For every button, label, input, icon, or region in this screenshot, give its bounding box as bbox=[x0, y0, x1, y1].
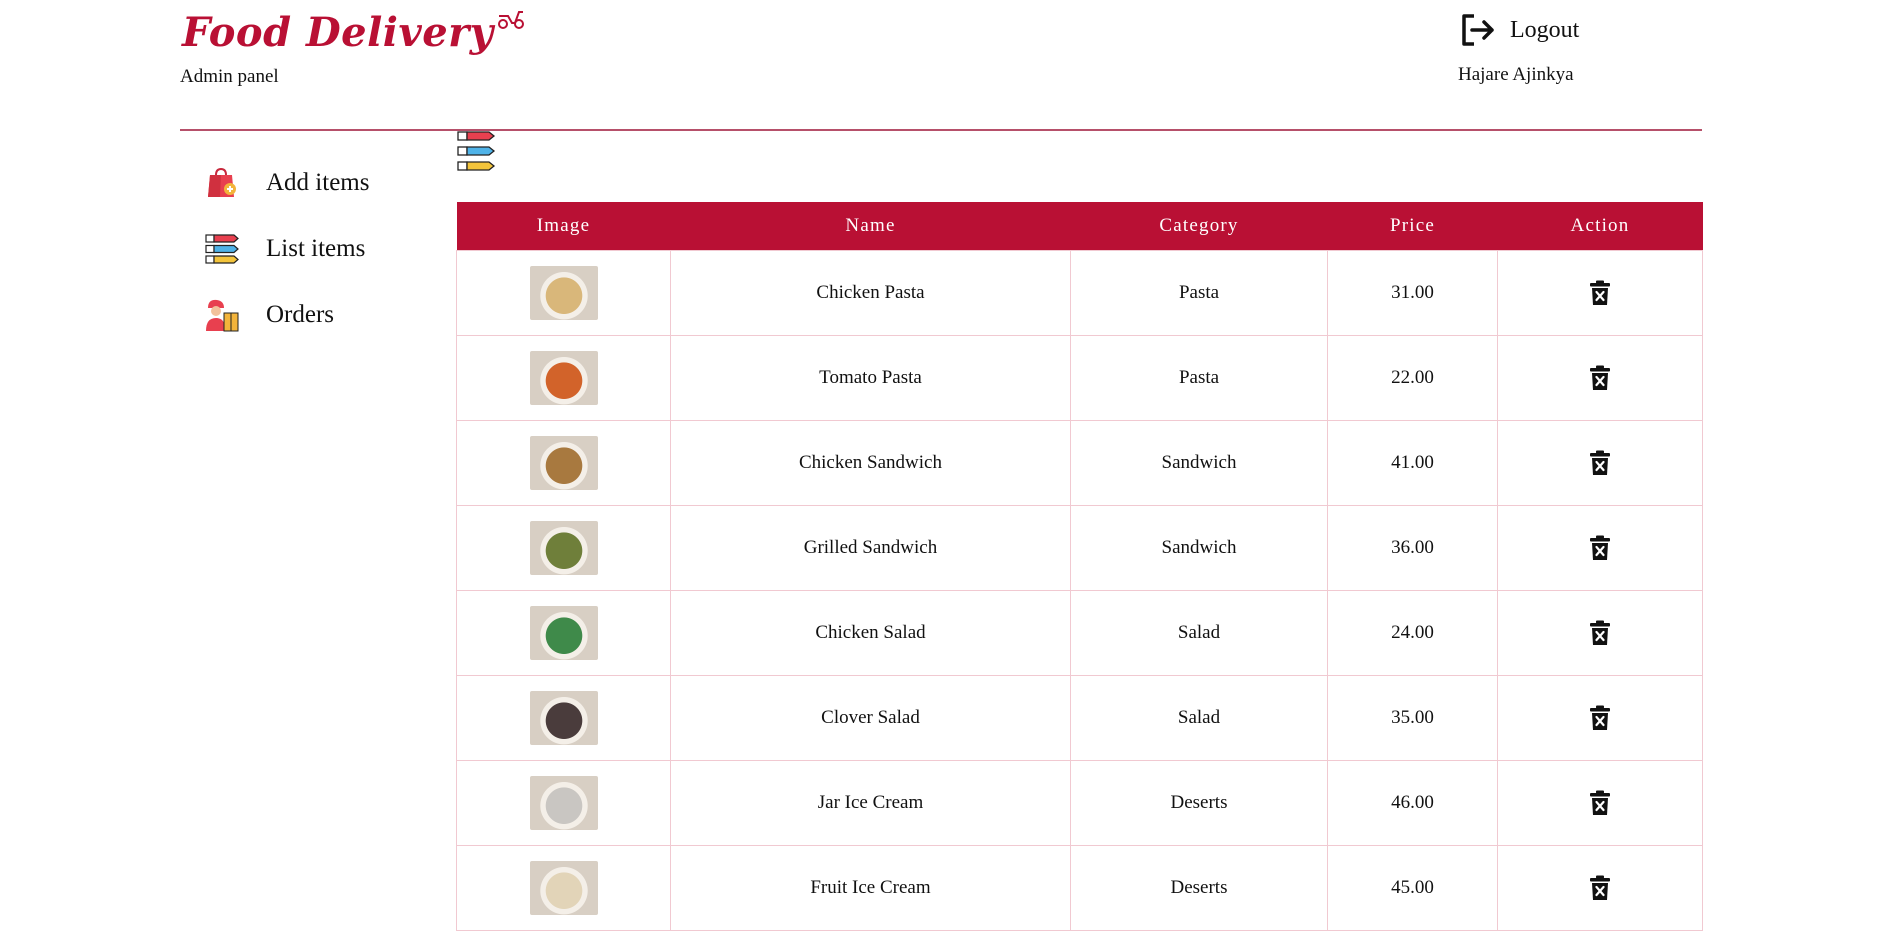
food-name-cell: Grilled Sandwich bbox=[670, 505, 1071, 591]
image-cell bbox=[456, 505, 671, 591]
action-cell bbox=[1497, 845, 1703, 931]
app-header: Food Delivery Admin panel Logout Hajare … bbox=[0, 0, 1878, 130]
food-price-cell: 31.00 bbox=[1327, 250, 1498, 336]
username: Hajare Ajinkya bbox=[1458, 64, 1574, 85]
food-category-cell: Deserts bbox=[1070, 760, 1328, 846]
delete-item-icon[interactable] bbox=[1589, 365, 1611, 391]
delete-item-icon[interactable] bbox=[1589, 875, 1611, 901]
header-divider bbox=[180, 129, 1702, 131]
action-cell bbox=[1497, 420, 1703, 506]
table-row: Fruit Ice Cream Deserts 45.00 bbox=[456, 845, 1703, 931]
food-thumbnail bbox=[529, 776, 598, 830]
food-category-cell: Pasta bbox=[1070, 250, 1328, 336]
food-thumbnail bbox=[529, 521, 598, 575]
image-cell bbox=[456, 335, 671, 421]
table-row: Chicken Salad Salad 24.00 bbox=[456, 590, 1703, 676]
food-list-table: Image Name Category Price Action Chicken… bbox=[456, 202, 1703, 931]
food-thumbnail bbox=[529, 266, 598, 320]
numbered-list-icon bbox=[457, 131, 496, 171]
column-header-name: Name bbox=[670, 202, 1071, 251]
food-name-cell: Clover Salad bbox=[670, 675, 1071, 761]
brand-logo[interactable]: Food Delivery bbox=[182, 6, 526, 59]
food-name-cell: Chicken Pasta bbox=[670, 250, 1071, 336]
image-cell bbox=[456, 760, 671, 846]
food-category-cell: Deserts bbox=[1070, 845, 1328, 931]
table-row: Jar Ice Cream Deserts 46.00 bbox=[456, 760, 1703, 846]
delete-item-icon[interactable] bbox=[1589, 620, 1611, 646]
food-thumbnail bbox=[529, 691, 598, 745]
sidebar-item-label: Orders bbox=[266, 301, 335, 328]
food-price-cell: 36.00 bbox=[1327, 505, 1498, 591]
delete-item-icon[interactable] bbox=[1589, 790, 1611, 816]
action-cell bbox=[1497, 760, 1703, 846]
food-name-cell: Jar Ice Cream bbox=[670, 760, 1071, 846]
food-price-cell: 24.00 bbox=[1327, 590, 1498, 676]
food-category-cell: Salad bbox=[1070, 675, 1328, 761]
table-row: Clover Salad Salad 35.00 bbox=[456, 675, 1703, 761]
food-price-cell: 22.00 bbox=[1327, 335, 1498, 421]
image-cell bbox=[456, 420, 671, 506]
food-thumbnail bbox=[529, 436, 598, 490]
table-body: Chicken Pasta Pasta 31.00 Tomato Pasta Pasta… bbox=[456, 250, 1703, 931]
logout-label: Logout bbox=[1510, 16, 1580, 43]
food-category-cell: Sandwich bbox=[1070, 505, 1328, 591]
action-cell bbox=[1497, 505, 1703, 591]
shopping-bag-add-icon bbox=[208, 167, 236, 197]
food-name-cell: Fruit Ice Cream bbox=[670, 845, 1071, 931]
image-cell bbox=[456, 250, 671, 336]
image-cell bbox=[456, 590, 671, 676]
food-category-cell: Pasta bbox=[1070, 335, 1328, 421]
sidebar: Add items List items Orders bbox=[180, 150, 440, 348]
column-header-image: Image bbox=[456, 202, 671, 251]
delete-item-icon[interactable] bbox=[1589, 280, 1611, 306]
food-list-table-container: Image Name Category Price Action Chicken… bbox=[456, 202, 1703, 931]
logout-button[interactable]: Logout bbox=[1458, 10, 1579, 50]
food-name-cell: Chicken Salad bbox=[670, 590, 1071, 676]
food-price-cell: 41.00 bbox=[1327, 420, 1498, 506]
column-header-action: Action bbox=[1497, 202, 1703, 251]
action-cell bbox=[1497, 675, 1703, 761]
sidebar-item-add-items[interactable]: Add items bbox=[180, 150, 440, 216]
food-price-cell: 35.00 bbox=[1327, 675, 1498, 761]
food-category-cell: Sandwich bbox=[1070, 420, 1328, 506]
food-name-cell: Chicken Sandwich bbox=[670, 420, 1071, 506]
delete-item-icon[interactable] bbox=[1589, 450, 1611, 476]
table-header-row: Image Name Category Price Action bbox=[456, 202, 1703, 251]
food-category-cell: Salad bbox=[1070, 590, 1328, 676]
action-cell bbox=[1497, 590, 1703, 676]
table-row: Tomato Pasta Pasta 22.00 bbox=[456, 335, 1703, 421]
column-header-category: Category bbox=[1070, 202, 1328, 251]
image-cell bbox=[456, 675, 671, 761]
action-cell bbox=[1497, 250, 1703, 336]
table-row: Chicken Pasta Pasta 31.00 bbox=[456, 250, 1703, 336]
food-name-cell: Tomato Pasta bbox=[670, 335, 1071, 421]
sidebar-item-list-items[interactable]: List items bbox=[180, 216, 440, 282]
delivery-person-icon bbox=[206, 299, 239, 332]
logout-icon bbox=[1462, 14, 1494, 46]
table-row: Grilled Sandwich Sandwich 36.00 bbox=[456, 505, 1703, 591]
sidebar-item-label: Add items bbox=[266, 169, 370, 196]
food-thumbnail bbox=[529, 606, 598, 660]
image-cell bbox=[456, 845, 671, 931]
table-row: Chicken Sandwich Sandwich 41.00 bbox=[456, 420, 1703, 506]
delete-item-icon[interactable] bbox=[1589, 535, 1611, 561]
admin-panel-subtitle: Admin panel bbox=[180, 66, 279, 87]
sidebar-item-label: List items bbox=[266, 235, 366, 262]
delete-item-icon[interactable] bbox=[1589, 705, 1611, 731]
food-thumbnail bbox=[529, 861, 598, 915]
food-price-cell: 46.00 bbox=[1327, 760, 1498, 846]
scooter-icon bbox=[497, 11, 524, 29]
brand-name: Food Delivery bbox=[182, 9, 494, 56]
sidebar-item-orders[interactable]: Orders bbox=[180, 282, 440, 348]
food-thumbnail bbox=[529, 351, 598, 405]
numbered-list-icon bbox=[205, 234, 239, 264]
action-cell bbox=[1497, 335, 1703, 421]
column-header-price: Price bbox=[1327, 202, 1498, 251]
food-price-cell: 45.00 bbox=[1327, 845, 1498, 931]
